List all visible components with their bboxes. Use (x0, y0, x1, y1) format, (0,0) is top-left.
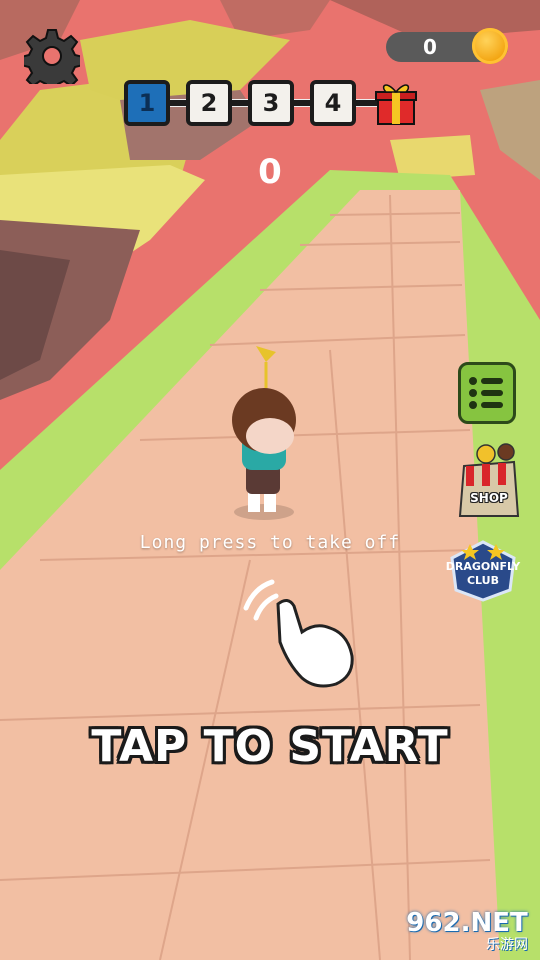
tap-to-start-button[interactable]: TAP TO START (60, 716, 480, 778)
score-display: 0 (258, 152, 282, 192)
shop-label: SHOP (470, 491, 508, 505)
coin-icon (472, 28, 508, 64)
dragonfly-club-button[interactable]: DRAGONFLY CLUB (444, 538, 522, 602)
level-4-node: 4 (310, 80, 356, 126)
club-label-line2: CLUB (466, 574, 499, 587)
hint-text: Long press to take off (139, 532, 401, 553)
level-3-node: 3 (248, 80, 294, 126)
club-label-line1: DRAGONFLY (445, 560, 521, 573)
mission-list-button[interactable] (458, 362, 516, 424)
coin-count: 0 (423, 35, 437, 59)
shop-button[interactable]: SHOP (456, 440, 522, 520)
gear-icon (20, 29, 84, 93)
level-2-node: 2 (186, 80, 232, 126)
settings-button[interactable] (20, 28, 84, 93)
site-watermark: 962.NET 乐游网 (398, 908, 536, 956)
level-1-node: 1 (124, 80, 170, 126)
tap-hand-icon (236, 568, 366, 690)
gift-box-icon (374, 80, 418, 126)
list-icon (469, 377, 503, 409)
shop-bag-icon (458, 443, 520, 517)
watermark-main: 962.NET (406, 908, 528, 938)
watermark-sub: 乐游网 (486, 937, 528, 953)
